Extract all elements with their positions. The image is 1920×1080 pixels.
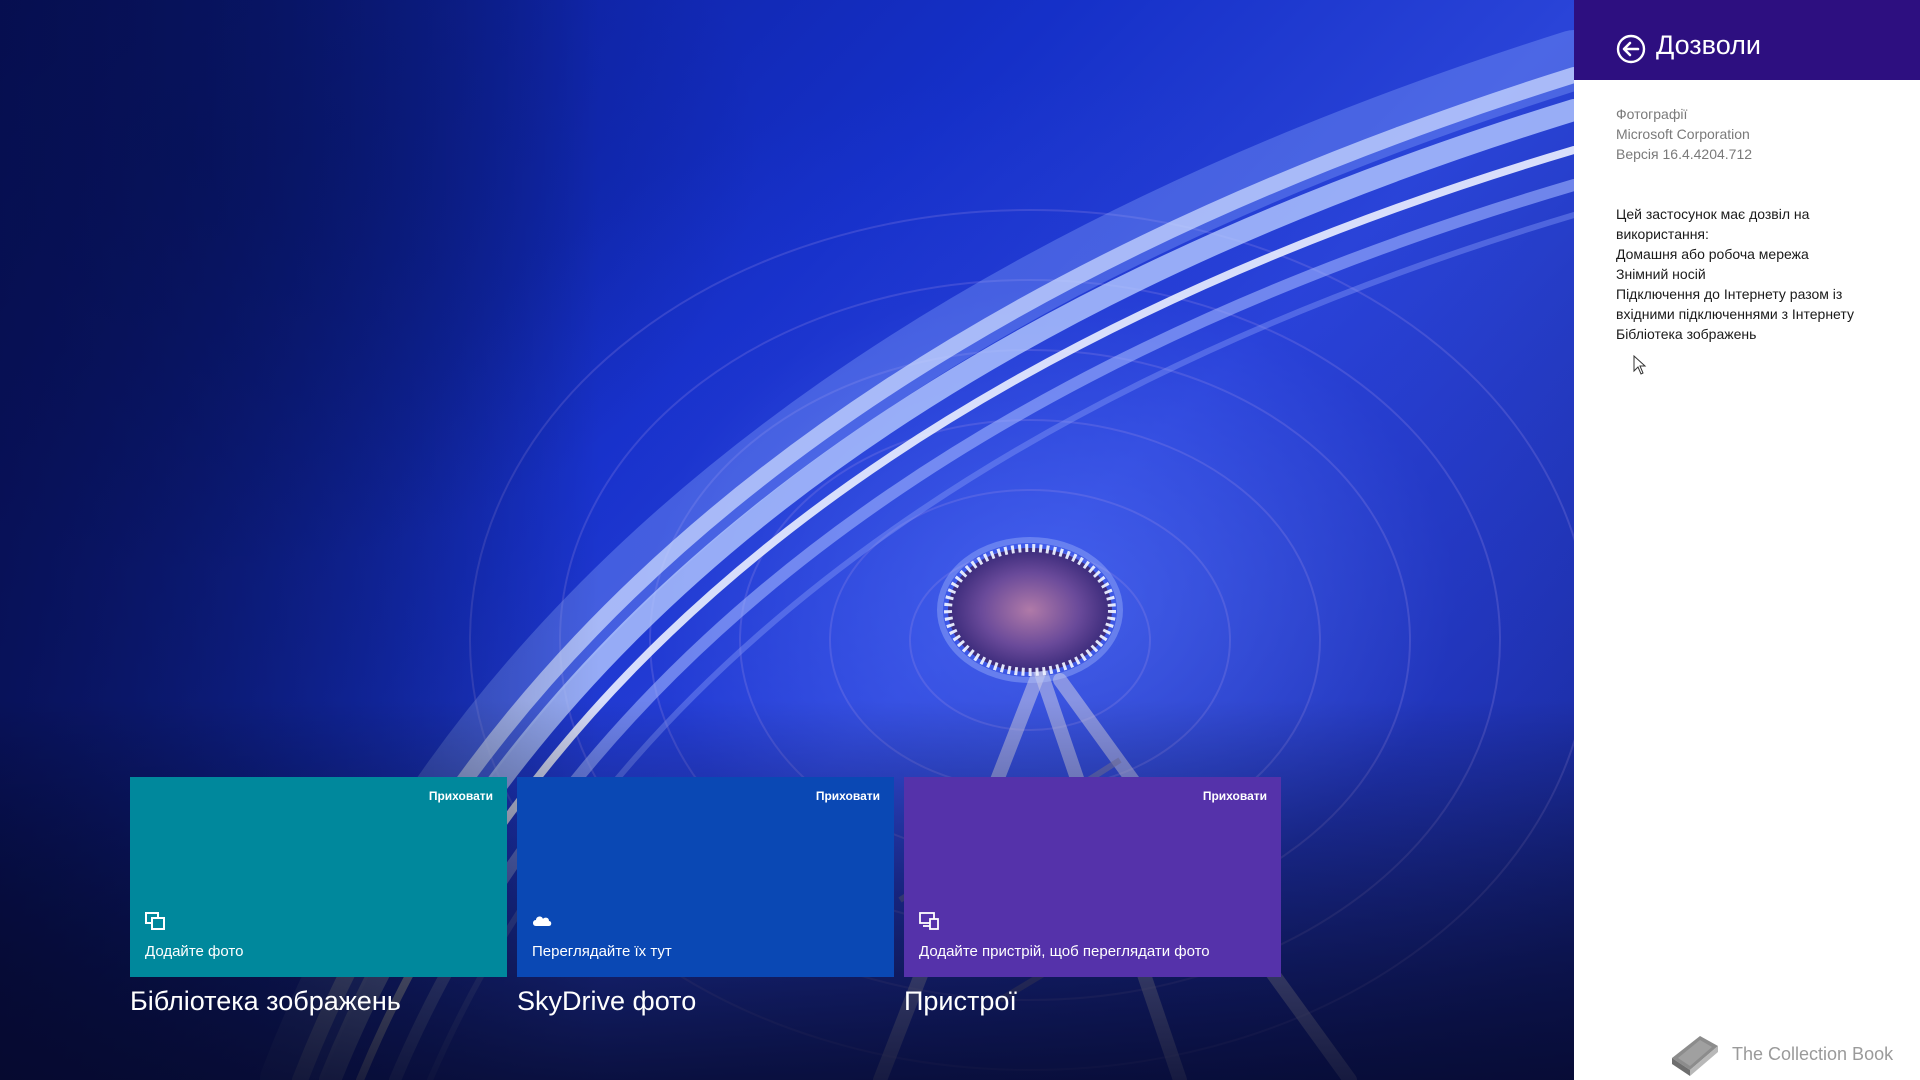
back-arrow-icon[interactable] bbox=[1616, 34, 1646, 64]
windows-photos-app: Приховати Додайте фото Бібліотека зображ… bbox=[0, 0, 1920, 1080]
permission-item: Знімний носій bbox=[1616, 266, 1706, 282]
tile-caption: Переглядайте їх тут bbox=[532, 943, 672, 960]
hide-link[interactable]: Приховати bbox=[1203, 789, 1267, 803]
tile-title-devices[interactable]: Пристрої bbox=[904, 986, 1017, 1017]
watermark: The Collection Book bbox=[1666, 1028, 1916, 1078]
tile-title-picture-library[interactable]: Бібліотека зображень bbox=[130, 986, 401, 1017]
cloud-icon bbox=[533, 916, 552, 926]
tile-devices[interactable]: Приховати Додайте пристрій, щоб перегляд… bbox=[904, 777, 1281, 977]
app-info: Фотографії Microsoft Corporation Версія … bbox=[1616, 104, 1752, 164]
permission-item: Домашня або робоча мережа bbox=[1616, 246, 1809, 262]
pane-title: Дозволи bbox=[1656, 30, 1761, 60]
permission-item: вхідними підключеннями з Інтернету bbox=[1616, 306, 1854, 322]
app-version: Версія 16.4.4204.712 bbox=[1616, 146, 1753, 162]
permissions-heading: використання: bbox=[1616, 226, 1709, 242]
tile-caption: Додайте пристрій, щоб переглядати фото bbox=[919, 943, 1210, 960]
tile-title-skydrive-photos[interactable]: SkyDrive фото bbox=[517, 986, 696, 1017]
permissions-heading: Цей застосунок має дозвіл на bbox=[1616, 206, 1810, 222]
app-publisher: Microsoft Corporation bbox=[1616, 126, 1750, 142]
tile-skydrive-photos[interactable]: Приховати Переглядайте їх тут bbox=[517, 777, 894, 977]
devices-icon bbox=[919, 912, 939, 930]
permission-item: Бібліотека зображень bbox=[1616, 326, 1757, 342]
app-name: Фотографії bbox=[1616, 106, 1688, 122]
permission-item: Підключення до Інтернету разом із bbox=[1616, 286, 1843, 302]
permissions-pane: Дозволи Фотографії Microsoft Corporation… bbox=[1574, 0, 1920, 1080]
permissions-list: Цей застосунок має дозвіл на використанн… bbox=[1616, 204, 1906, 344]
watermark-text: The Collection Book bbox=[1732, 1044, 1894, 1064]
book-icon bbox=[1672, 1036, 1718, 1076]
mouse-cursor-icon bbox=[1633, 355, 1647, 375]
hide-link[interactable]: Приховати bbox=[816, 789, 880, 803]
hide-link[interactable]: Приховати bbox=[429, 789, 493, 803]
pane-header: Дозволи bbox=[1574, 0, 1920, 80]
tile-caption: Додайте фото bbox=[145, 943, 244, 960]
tile-picture-library[interactable]: Приховати Додайте фото bbox=[130, 777, 507, 977]
picture-library-icon bbox=[145, 912, 165, 930]
